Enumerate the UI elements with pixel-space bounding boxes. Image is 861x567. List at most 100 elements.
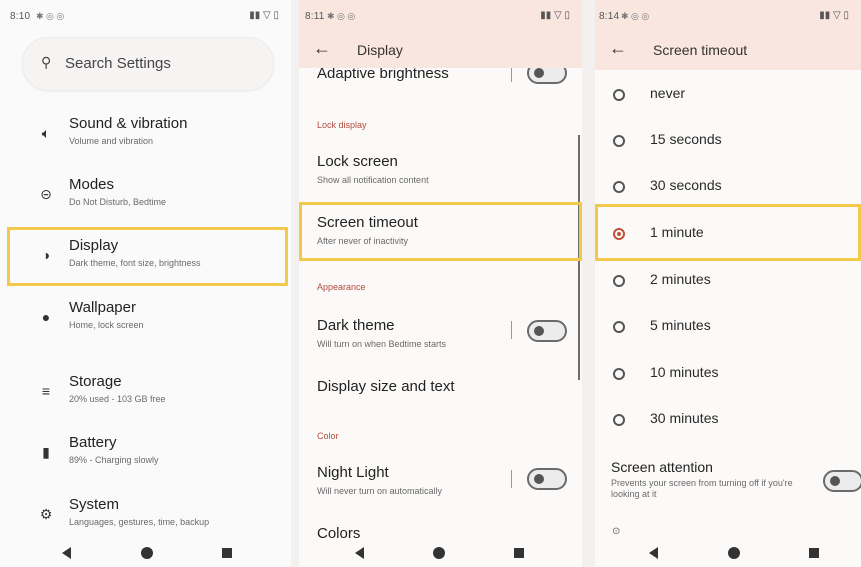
dark-theme-toggle[interactable] — [527, 320, 567, 342]
system-status-icons: ▮▮ ▽ ▯ — [540, 10, 570, 21]
settings-item-subtitle: Languages, gestures, time, backup — [69, 517, 210, 527]
radio-button[interactable] — [613, 181, 625, 193]
highlight-box — [299, 202, 582, 261]
battery-icon: ▮ — [42, 444, 50, 460]
dark-theme-title: Dark theme — [317, 317, 395, 334]
notification-icons: ✱ ◎ ◎ — [36, 11, 65, 21]
radio-button[interactable] — [613, 368, 625, 380]
status-time: 8:10 — [10, 11, 31, 22]
search-bar[interactable]: ⚲ Search Settings — [22, 37, 274, 91]
divider — [511, 470, 512, 488]
display-screen: 8:11 ✱ ◎ ◎ ▮▮ ▽ ▯ ← Display Adaptive bri… — [299, 0, 582, 567]
storage-icon: ≡ — [41, 383, 51, 399]
toggle-knob — [534, 474, 544, 484]
display-size-item[interactable]: Display size and text — [317, 378, 517, 395]
back-nav-icon[interactable] — [649, 547, 658, 559]
toggle-knob — [830, 476, 840, 486]
colors-item[interactable]: Colors — [317, 525, 517, 538]
category-lock-display: Lock display — [317, 120, 367, 130]
back-nav-icon[interactable] — [62, 547, 71, 559]
timeout-option-30-seconds[interactable]: 30 seconds — [595, 174, 861, 204]
gear-icon: ⚙︎ — [39, 506, 53, 522]
search-icon: ⚲ — [41, 54, 52, 70]
home-nav-icon[interactable] — [433, 547, 445, 559]
night-light-toggle[interactable] — [527, 468, 567, 490]
option-label: 30 seconds — [650, 177, 722, 193]
settings-item-wallpaper[interactable]: ● Wallpaper Home, lock screen — [0, 299, 291, 349]
settings-item-subtitle: 89% - Charging slowly — [69, 455, 159, 465]
status-bar: 8:14 ✱ ◎ ◎ ▮▮ ▽ ▯ — [595, 0, 861, 34]
app-bar: ← Screen timeout — [595, 34, 861, 68]
highlight-box — [7, 227, 288, 286]
settings-screen: 8:10 ✱ ◎ ◎ ▮▮ ▽ ▯ ⚲ Search Settings 🔈︎ S… — [0, 0, 291, 567]
timeout-option-5-minutes[interactable]: 5 minutes — [595, 314, 861, 344]
timeout-option-never[interactable]: never — [595, 82, 861, 112]
system-status-icons: ▮▮ ▽ ▯ — [249, 10, 279, 21]
lock-screen-title: Lock screen — [317, 153, 398, 170]
recents-nav-icon[interactable] — [514, 548, 524, 558]
settings-item-title: Sound & vibration — [69, 115, 188, 132]
display-size-title: Display size and text — [317, 378, 455, 395]
page-title: Display — [357, 42, 403, 58]
adaptive-brightness-item[interactable]: Adaptive brightness — [317, 68, 517, 82]
radio-button[interactable] — [613, 275, 625, 287]
option-label: 15 seconds — [650, 131, 722, 147]
screen-attention-subtitle: Prevents your screen from turning off if… — [611, 478, 793, 499]
status-bar: 8:10 ✱ ◎ ◎ ▮▮ ▽ ▯ — [0, 0, 291, 34]
settings-item-title: Wallpaper — [69, 299, 136, 316]
category-appearance: Appearance — [317, 282, 366, 292]
settings-item-storage[interactable]: ≡ Storage 20% used - 103 GB free — [0, 373, 291, 423]
screen-attention-toggle[interactable] — [823, 470, 861, 492]
search-placeholder: Search Settings — [65, 55, 171, 72]
modes-icon: ⊝ — [40, 186, 52, 202]
radio-button[interactable] — [613, 135, 625, 147]
timeout-option-2-minutes[interactable]: 2 minutes — [595, 268, 861, 298]
back-nav-icon[interactable] — [355, 547, 364, 559]
page-title: Screen timeout — [653, 42, 748, 58]
recents-nav-icon[interactable] — [809, 548, 819, 558]
back-arrow-icon[interactable]: ← — [609, 38, 627, 59]
timeout-option-30-minutes[interactable]: 30 minutes — [595, 407, 861, 437]
toggle-knob — [534, 326, 544, 336]
dark-theme-item[interactable]: Dark theme Will turn on when Bedtime sta… — [317, 317, 517, 349]
status-bar: 8:11 ✱ ◎ ◎ ▮▮ ▽ ▯ — [299, 0, 582, 34]
back-arrow-icon[interactable]: ← — [313, 38, 331, 59]
home-nav-icon[interactable] — [141, 547, 153, 559]
adaptive-brightness-toggle[interactable] — [527, 68, 567, 84]
adaptive-brightness-label: Adaptive brightness — [317, 68, 449, 82]
notification-icons: ✱ ◎ ◎ — [621, 11, 650, 21]
lock-screen-item[interactable]: Lock screen Show all notification conten… — [317, 153, 517, 185]
display-list: Adaptive brightness Lock display Lock sc… — [299, 68, 582, 538]
timeout-option-15-seconds[interactable]: 15 seconds — [595, 128, 861, 158]
radio-button[interactable] — [613, 414, 625, 426]
system-status-icons: ▮▮ ▽ ▯ — [819, 10, 849, 21]
settings-item-sound[interactable]: 🔈︎ Sound & vibration Volume and vibratio… — [0, 115, 291, 165]
status-time: 8:14 — [599, 11, 620, 22]
timeout-option-10-minutes[interactable]: 10 minutes — [595, 361, 861, 391]
settings-item-subtitle: Home, lock screen — [69, 320, 144, 330]
radio-button[interactable] — [613, 321, 625, 333]
night-light-item[interactable]: Night Light Will never turn on automatic… — [317, 464, 517, 496]
navigation-bar — [0, 538, 291, 567]
dark-theme-subtitle: Will turn on when Bedtime starts — [317, 339, 447, 349]
option-label: 10 minutes — [650, 364, 719, 380]
radio-button[interactable] — [613, 89, 625, 101]
settings-item-subtitle: Do Not Disturb, Bedtime — [69, 197, 167, 207]
recents-nav-icon[interactable] — [222, 548, 232, 558]
settings-item-subtitle: Volume and vibration — [69, 136, 154, 146]
toggle-knob — [534, 68, 544, 78]
settings-item-subtitle: 20% used - 103 GB free — [69, 394, 166, 404]
settings-item-title: Storage — [69, 373, 122, 390]
highlight-box — [595, 204, 861, 261]
night-light-title: Night Light — [317, 464, 389, 481]
status-time: 8:11 — [305, 11, 325, 22]
navigation-bar — [299, 538, 582, 567]
home-nav-icon[interactable] — [728, 547, 740, 559]
settings-item-title: Modes — [69, 176, 115, 193]
settings-item-modes[interactable]: ⊝ Modes Do Not Disturb, Bedtime — [0, 176, 291, 226]
category-color: Color — [317, 431, 339, 441]
colors-title: Colors — [317, 525, 361, 538]
palette-icon: ● — [41, 309, 51, 325]
settings-item-battery[interactable]: ▮ Battery 89% - Charging slowly — [0, 434, 291, 484]
screen-attention-title: Screen attention — [611, 459, 713, 475]
